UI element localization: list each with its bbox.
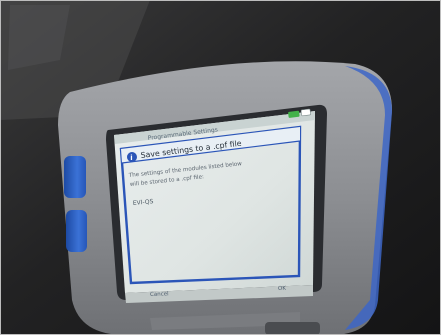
info-icon-glyph: i [130, 154, 132, 162]
softkey-cancel[interactable]: Cancel [150, 291, 169, 298]
softkey-ok[interactable]: OK [278, 286, 287, 292]
keypad-button[interactable] [265, 322, 320, 335]
photo-scene: Programmable Settings i Save settings to… [0, 0, 441, 335]
side-button-top[interactable] [64, 156, 86, 198]
side-button-bottom[interactable] [66, 210, 87, 252]
status-icon [300, 108, 311, 117]
